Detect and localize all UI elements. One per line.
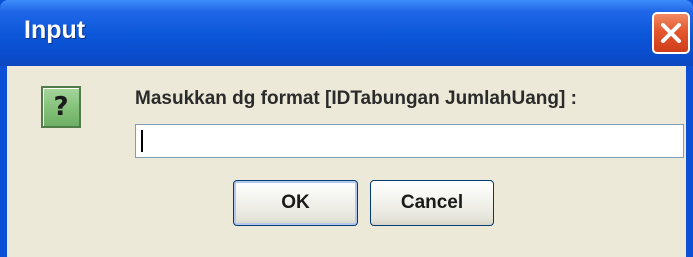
question-icon: ?	[41, 86, 81, 128]
title-bar[interactable]: Input	[0, 0, 693, 66]
close-button[interactable]	[652, 12, 690, 54]
prompt-label: Masukkan dg format [IDTabungan JumlahUan…	[135, 88, 577, 109]
text-caret	[141, 130, 143, 152]
close-icon	[661, 23, 681, 43]
input-dialog: Input ? Masukkan dg format [IDTabungan J…	[0, 0, 693, 257]
dialog-content: ? Masukkan dg format [IDTabungan JumlahU…	[7, 66, 686, 257]
ok-button[interactable]: OK	[233, 180, 358, 226]
dialog-title: Input	[24, 16, 86, 44]
cancel-button[interactable]: Cancel	[370, 180, 494, 226]
input-field[interactable]	[135, 124, 684, 158]
